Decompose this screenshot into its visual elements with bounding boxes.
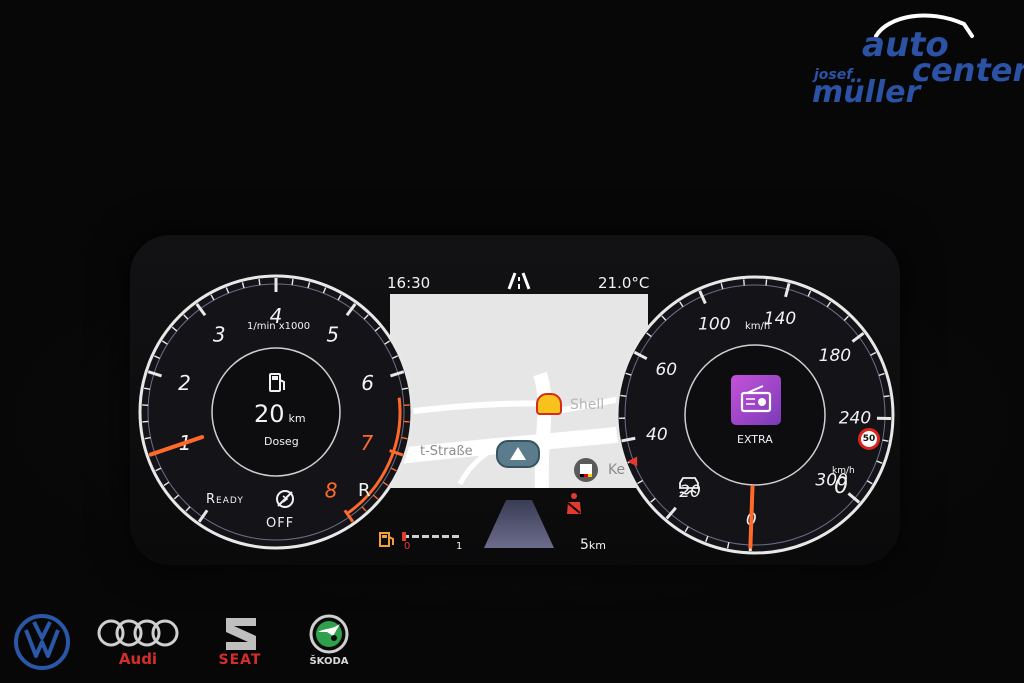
nav-distance-value: 5 xyxy=(580,537,589,553)
road-perspective-icon xyxy=(484,500,554,548)
battery-max-label: 1 xyxy=(456,541,463,552)
tacho-tick-label-6: 6 xyxy=(361,371,374,395)
tacho-tick-label-2: 2 xyxy=(178,371,191,395)
shell-poi-icon[interactable] xyxy=(536,393,562,415)
tacho-tick-label-3: 3 xyxy=(213,323,226,347)
gear-indicator: R xyxy=(358,480,371,501)
speedo-tick-label-240: 240 xyxy=(839,409,871,429)
mode-off-label: OFF xyxy=(266,516,295,531)
seat-label: SEAT xyxy=(218,652,262,668)
seat-logo xyxy=(226,618,256,650)
dealer-logo-center: center xyxy=(912,51,1024,89)
nav-distance-unit: km xyxy=(588,539,607,552)
skoda-logo xyxy=(309,614,349,654)
range-value: 20 xyxy=(254,400,285,428)
speedo-tick-label-180: 180 xyxy=(819,346,851,366)
speedo-tick xyxy=(883,395,890,398)
speed-unit-top: km/h xyxy=(745,321,771,332)
media-source-icon[interactable] xyxy=(731,375,781,425)
parking-poi-icon[interactable] xyxy=(574,458,598,482)
speedo-tick-label-100: 100 xyxy=(698,315,730,335)
speedo-tick xyxy=(765,279,768,286)
dealer-logo: auto center josef müller xyxy=(808,6,1024,110)
poi-label-shell: Shell xyxy=(570,397,605,413)
vehicle-position-icon xyxy=(496,440,540,468)
seatbelt-warning-icon xyxy=(567,493,581,514)
street-label: t-Straße xyxy=(420,444,473,459)
speed-limit-value: 50 xyxy=(862,434,876,444)
ready-indicator: Ready xyxy=(206,492,244,507)
tacho-tick xyxy=(258,278,261,286)
fuel-gauge-icon xyxy=(269,373,285,392)
range-label: Doseg xyxy=(264,435,299,448)
traction-control-icon xyxy=(679,477,699,495)
range-readout: 20 km xyxy=(254,400,306,428)
lane-assist-icon xyxy=(507,272,531,290)
tacho-tick-label-8: 8 xyxy=(325,479,338,503)
speed-limit-sign: 50 xyxy=(858,428,880,450)
speedo-tick-label-60: 60 xyxy=(655,360,677,380)
skoda-label: ŠKODA xyxy=(309,656,349,667)
dealer-logo-lastname: müller xyxy=(812,75,921,110)
tacho-unit-label: 1/min x1000 xyxy=(247,321,311,332)
media-source-label: EXTRA xyxy=(737,433,773,446)
nav-distance: 5km xyxy=(580,537,606,553)
vw-logo xyxy=(14,614,70,670)
audi-rings-logo xyxy=(97,619,179,647)
audi-label: Audi xyxy=(118,650,158,668)
current-speed-secondary: 0 xyxy=(834,474,848,499)
speedo-needle xyxy=(748,484,755,549)
tacho-tick xyxy=(291,278,294,286)
range-unit: km xyxy=(288,412,306,425)
tacho-tick-label-5: 5 xyxy=(326,323,339,347)
auto-hold-off-icon xyxy=(276,490,294,508)
tacho-tick-label-7: 7 xyxy=(361,431,374,455)
speedo-tick-label-40: 40 xyxy=(646,425,668,445)
speedo-tick xyxy=(620,394,627,398)
